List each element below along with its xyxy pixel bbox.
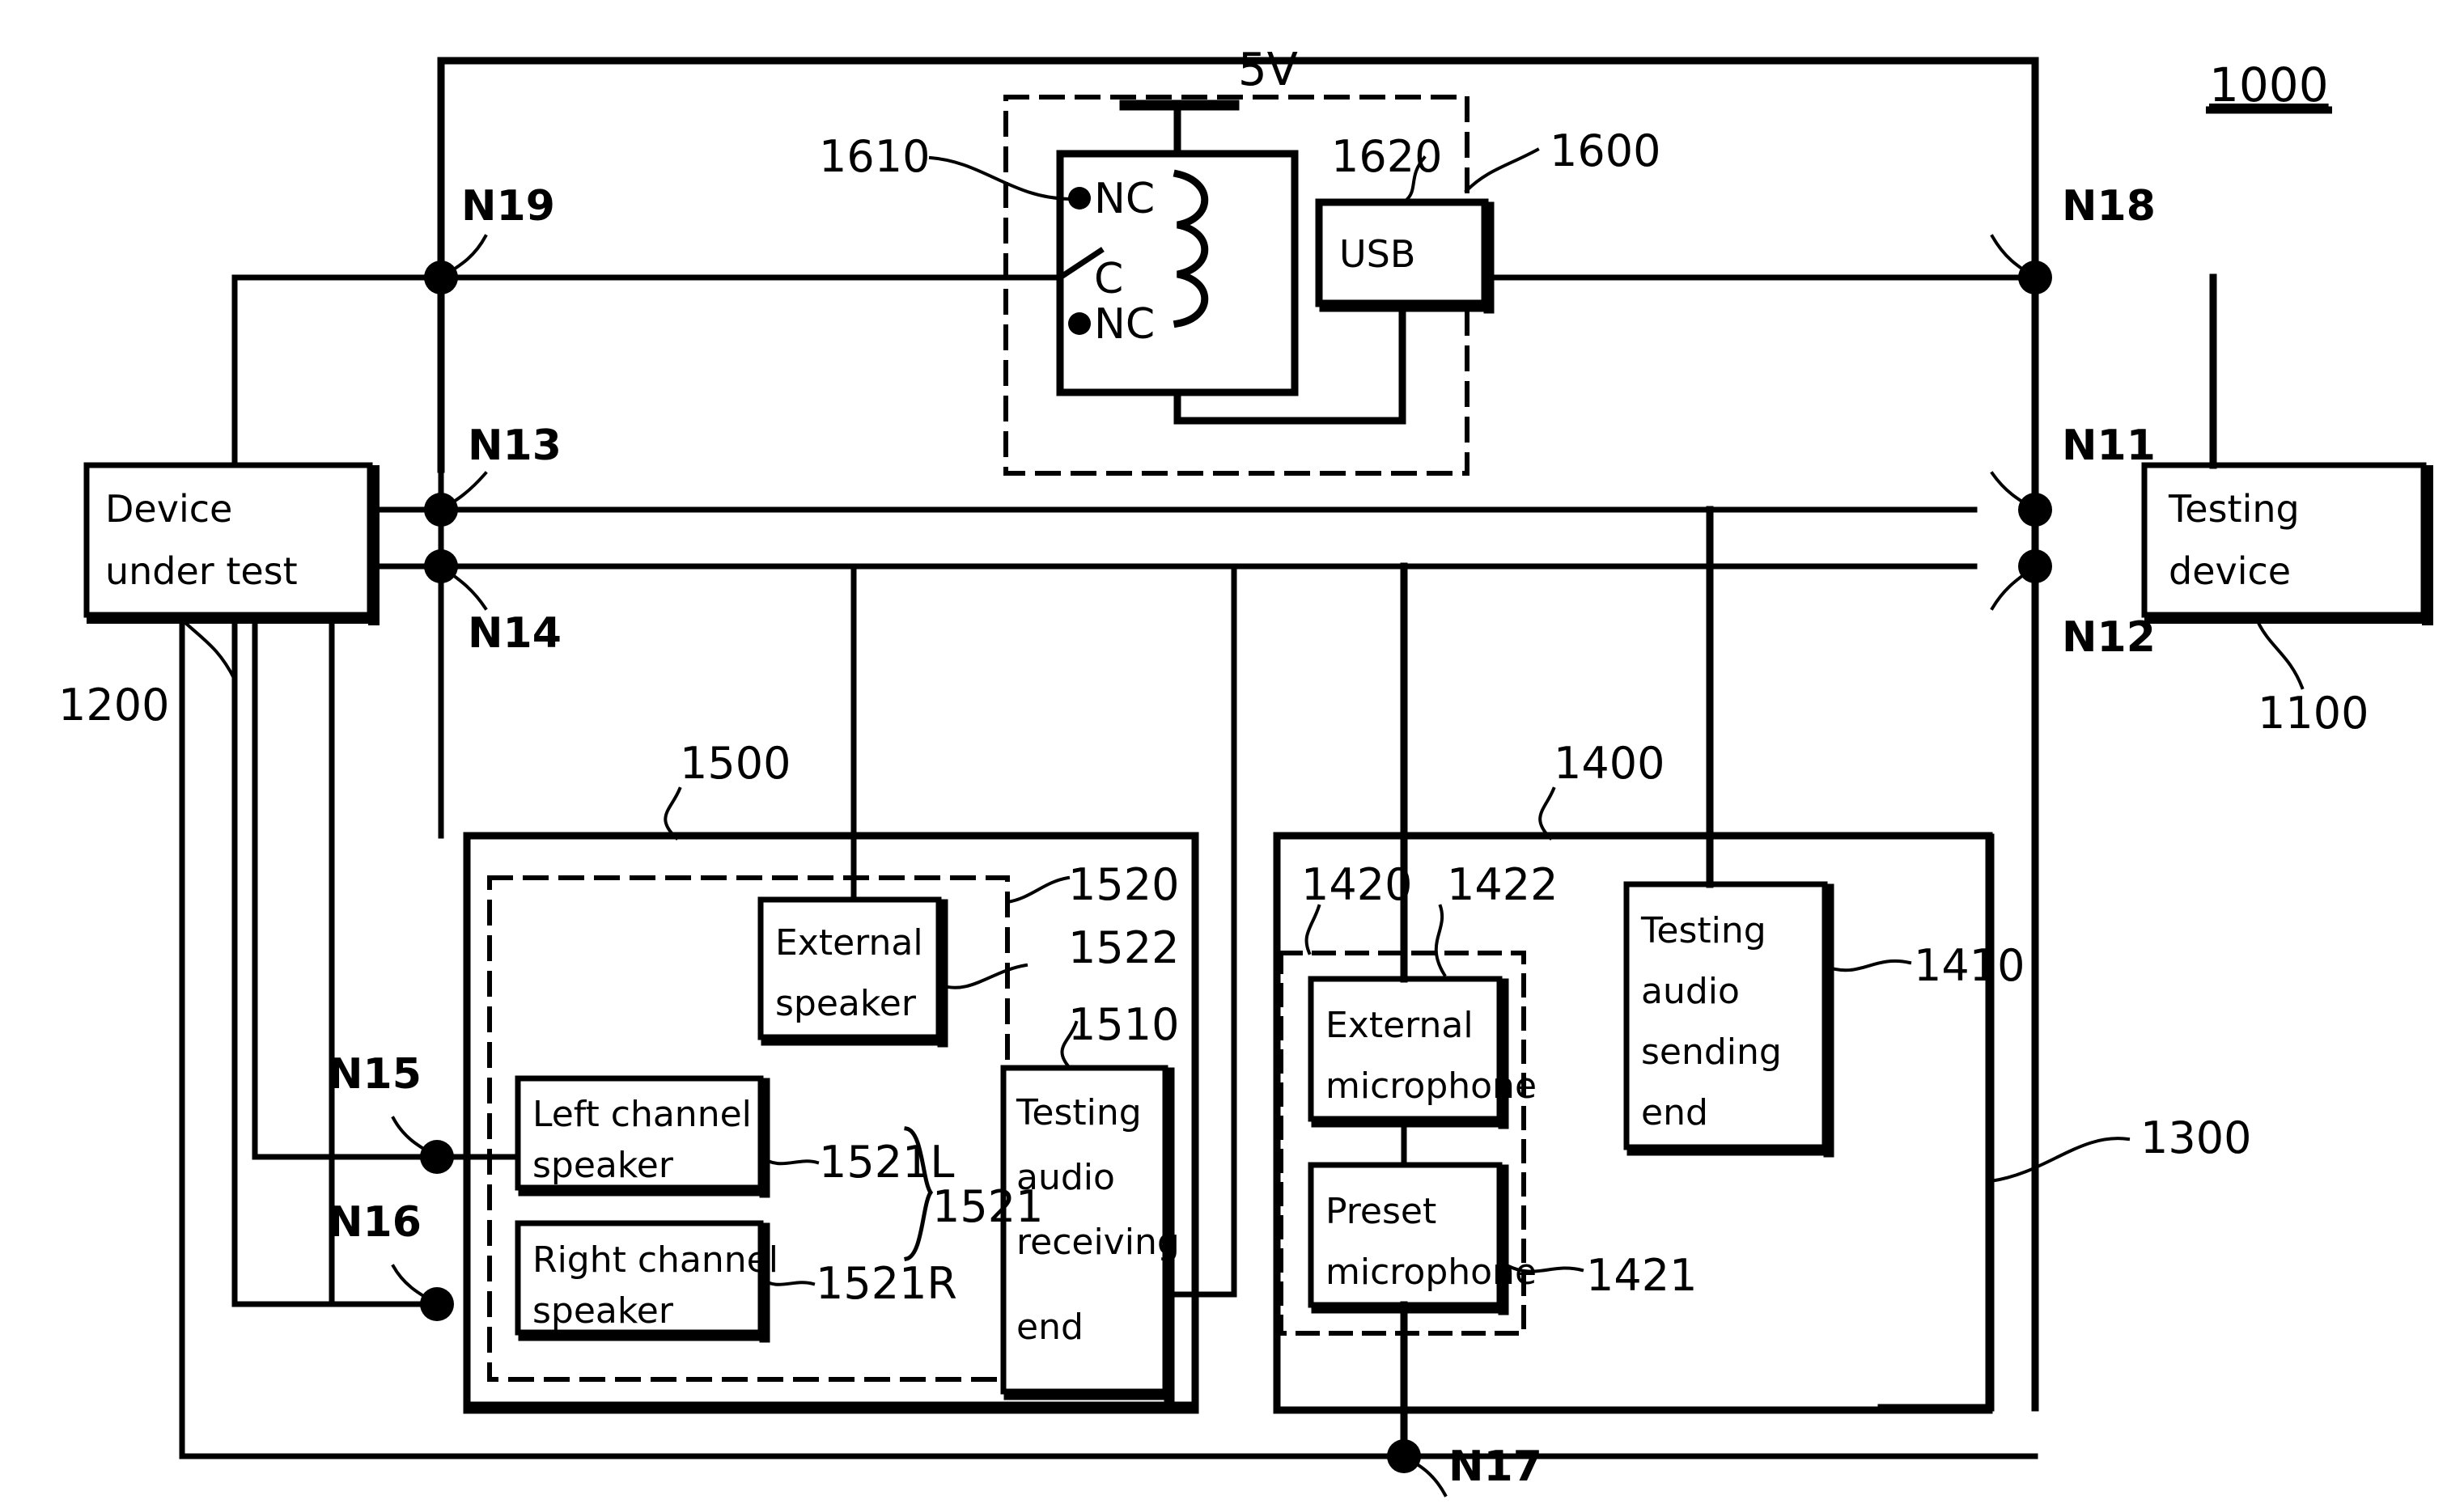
- left-channel-speaker-label-line1: Left channel: [532, 1094, 752, 1135]
- junction-dot-n11: [2018, 493, 2052, 527]
- ref-1510: 1510: [1068, 999, 1179, 1050]
- usb-label: USB: [1339, 232, 1415, 276]
- ref-1420: 1420: [1301, 859, 1412, 910]
- leader-1400: [1538, 786, 1556, 841]
- testing-audio-sending-end-label-line2: audio: [1641, 971, 1740, 1012]
- ref-1100: 1100: [2258, 688, 2369, 739]
- external-speaker-label-line2: speaker: [775, 983, 917, 1024]
- device-under-test-label-line1: Device: [105, 487, 232, 531]
- junction-dot-n16: [420, 1287, 454, 1321]
- right-channel-speaker-label-line1: Right channel: [532, 1239, 778, 1281]
- preset-microphone-label-line1: Preset: [1325, 1191, 1436, 1232]
- external-speaker-label-line1: External: [775, 922, 923, 964]
- node-label-N17: N17: [1448, 1442, 1542, 1491]
- external-microphone-label-line1: External: [1325, 1005, 1474, 1046]
- ref-1200: 1200: [58, 680, 169, 731]
- leader-1522: [939, 963, 1028, 989]
- node-label-N16: N16: [328, 1198, 422, 1247]
- relay-terminal-c: C: [1094, 255, 1123, 303]
- ref-1400: 1400: [1554, 738, 1665, 789]
- testing-audio-sending-end-label-line1: Testing: [1640, 910, 1766, 951]
- ref-1522: 1522: [1068, 922, 1179, 973]
- testing-audio-receiving-end-label-line4: end: [1016, 1307, 1084, 1348]
- relay-terminal-nc-bottom: NC: [1094, 300, 1155, 349]
- preset-microphone-label-line2: microphone: [1325, 1252, 1537, 1293]
- node-label-N18: N18: [2062, 182, 2156, 231]
- leader-1500: [664, 786, 682, 841]
- node-label-N15: N15: [328, 1050, 422, 1099]
- node-label-N14: N14: [468, 609, 562, 658]
- device-under-test-label-line2: under test: [105, 549, 298, 593]
- leader-1410: [1824, 959, 1912, 972]
- relay-supply-label: 5V: [1238, 44, 1298, 96]
- external-microphone-label-line2: microphone: [1325, 1065, 1537, 1107]
- leader-1520: [1005, 875, 1071, 904]
- leader-1300: [1988, 1137, 2131, 1184]
- ref-1422: 1422: [1447, 859, 1558, 910]
- ref-1521L: 1521L: [819, 1137, 955, 1188]
- ref-1600: 1600: [1550, 125, 1660, 176]
- testing-audio-sending-end-label-line4: end: [1641, 1092, 1708, 1133]
- ref-1520: 1520: [1068, 859, 1179, 910]
- left-channel-speaker-label-line2: speaker: [532, 1145, 674, 1186]
- ref-1521R: 1521R: [816, 1258, 957, 1309]
- ref-1410: 1410: [1914, 940, 2025, 991]
- testing-device-label-line2: device: [2169, 549, 2291, 593]
- leader-1422: [1434, 904, 1447, 977]
- ref-1500: 1500: [680, 738, 791, 789]
- leader-1420: [1304, 904, 1321, 955]
- testing-audio-receiving-end-label-line1: Testing: [1016, 1092, 1142, 1133]
- junction-dot-n17: [1387, 1439, 1421, 1473]
- testing-audio-receiving-end-label-line2: audio: [1016, 1157, 1115, 1198]
- ref-1620: 1620: [1331, 131, 1442, 182]
- node-label-N13: N13: [468, 421, 562, 470]
- right-channel-speaker-label-line2: speaker: [532, 1290, 674, 1332]
- leader-1200: [180, 617, 237, 682]
- junction-dot-n13: [424, 493, 458, 527]
- junction-dot-n14: [424, 549, 458, 583]
- patent-figure-canvas: 1000 Device under test 1200 Testing devi…: [58, 44, 2433, 1497]
- junction-dot-n19: [424, 261, 458, 294]
- relay-terminal-nc-top: NC: [1094, 175, 1155, 223]
- node-label-N12: N12: [2062, 613, 2156, 662]
- testing-audio-sending-end-label-line3: sending: [1641, 1031, 1782, 1073]
- ref-1610: 1610: [819, 131, 930, 182]
- junction-dot-n12: [2018, 549, 2052, 583]
- ref-1421: 1421: [1586, 1250, 1697, 1301]
- leader-1100: [2255, 619, 2305, 690]
- leader-1610: [928, 155, 1072, 201]
- testing-device-label-line1: Testing: [2168, 487, 2300, 531]
- junction-dot-n18: [2018, 261, 2052, 294]
- node-label-N11: N11: [2062, 421, 2156, 470]
- relay-nc-bottom-terminal: [1068, 312, 1091, 335]
- leader-1600: [1464, 147, 1540, 193]
- node-label-N19: N19: [461, 182, 555, 231]
- ref-1300: 1300: [2140, 1112, 2251, 1163]
- figure-ref-1000: 1000: [2209, 57, 2329, 112]
- junction-dot-n15: [420, 1140, 454, 1174]
- relay-nc-top-terminal: [1068, 187, 1091, 210]
- testing-audio-receiving-end-label-line3: receiving: [1016, 1222, 1180, 1263]
